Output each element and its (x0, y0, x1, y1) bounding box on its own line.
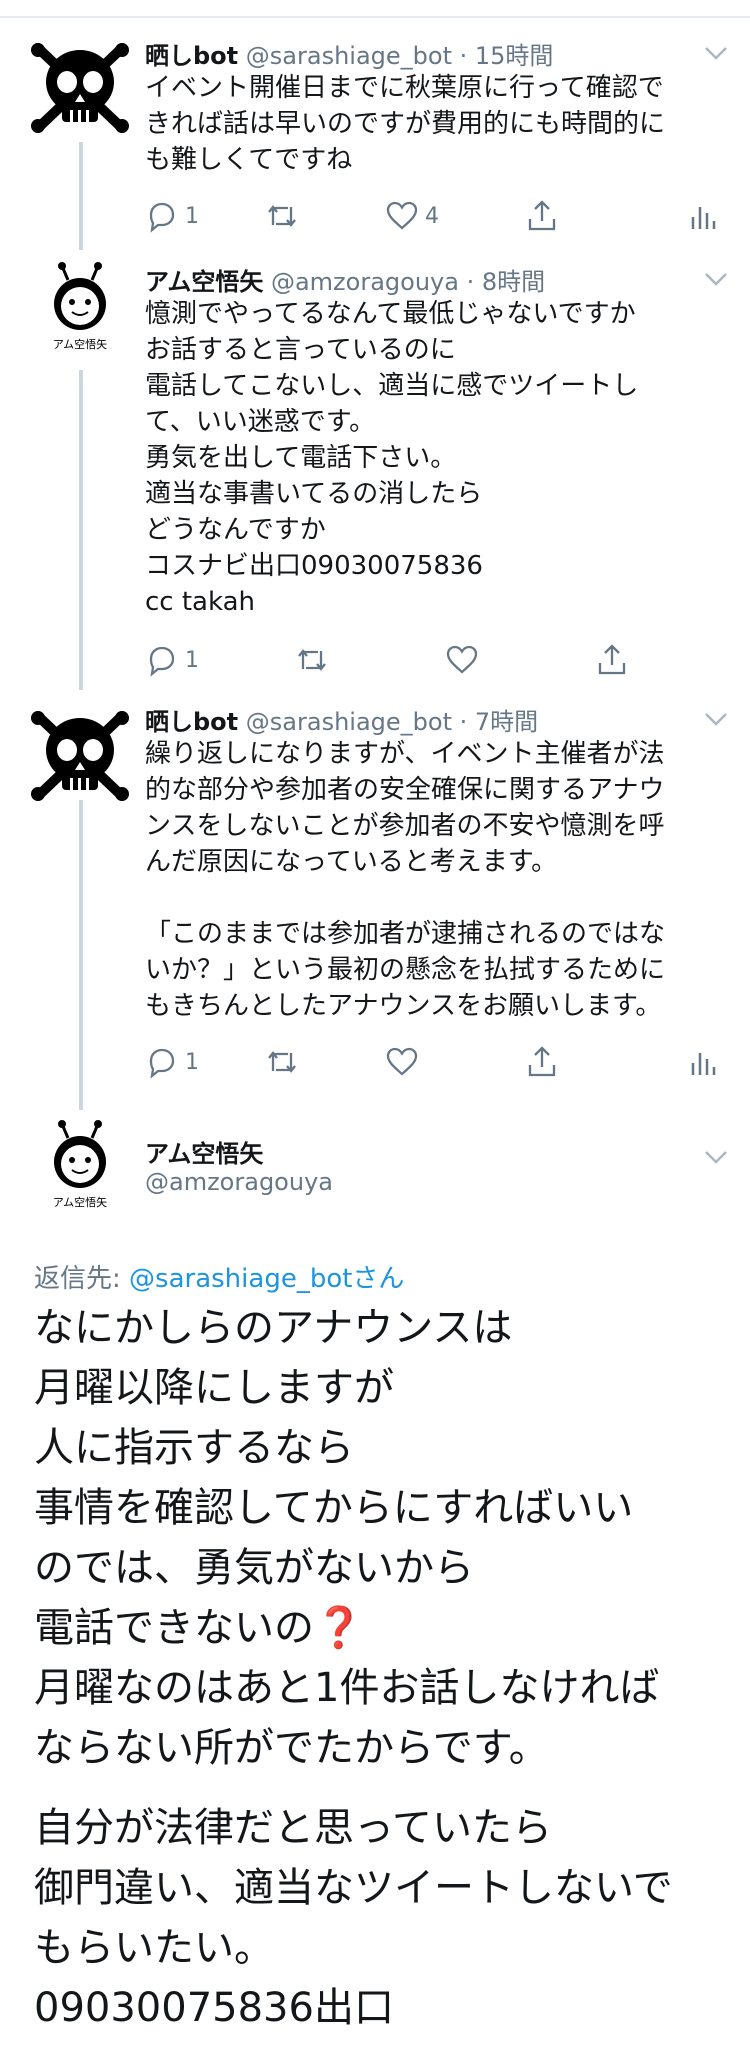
main-tweet-text: なにかしらのアナウンスは 月曜以降にしますが 人に指示するなら 事情を確認してか… (34, 1298, 734, 1658)
panda-logo-icon[interactable]: アム空悟矢 (30, 1120, 130, 1220)
top-divider (0, 16, 750, 18)
avatar-caption: アム空悟矢 (53, 337, 107, 351)
heart-icon (386, 201, 418, 230)
thread-line (79, 800, 83, 1110)
like-count: 4 (425, 203, 439, 229)
main-display-name-row: アム空悟矢 (145, 1134, 263, 1169)
handle[interactable]: @sarashiage_bot (246, 42, 452, 70)
analytics-icon (691, 207, 716, 229)
reply-button[interactable]: 1 (145, 196, 199, 236)
share-button[interactable] (525, 1042, 559, 1082)
main-handle-row: @amzoragouya (145, 1168, 333, 1196)
reply-icon (149, 1048, 175, 1079)
like-button[interactable]: 4 (385, 196, 439, 236)
avatar-caption: アム空悟矢 (53, 1195, 107, 1209)
tweet-actions: 1 (145, 640, 725, 680)
analytics-button[interactable] (685, 196, 719, 236)
display-name[interactable]: アム空悟矢 (145, 1140, 263, 1168)
handle[interactable]: @amzoragouya (145, 1168, 333, 1196)
panda-logo-icon[interactable]: アム空悟矢 (30, 262, 130, 362)
share-icon (598, 644, 626, 675)
retweet-icon (268, 205, 296, 227)
chevron-down-icon[interactable] (704, 1150, 728, 1164)
tweet-header: 晒しbot @sarashiage_bot · 15時間 (145, 36, 553, 71)
tweet-actions: 1 4 (145, 196, 725, 236)
tweet-actions: 1 (145, 1042, 725, 1082)
skull-icon[interactable] (30, 706, 130, 806)
share-icon (528, 200, 556, 231)
reply-count: 1 (185, 203, 199, 229)
tweet-text: 繰り返しになりますが、イベント主催者が法 的な部分や参加者の安全確保に関するアナ… (145, 739, 666, 1021)
share-button[interactable] (525, 196, 559, 236)
reply-to-line: 返信先: @sarashiage_botさん (34, 1258, 404, 1295)
main-text-part1: なにかしらのアナウンスは 月曜以降にしますが 人に指示するなら 事情を確認してか… (34, 1305, 634, 1651)
tweet-text: イベント開催日までに秋葉原に行って確認で きれば話は早いのですが費用的にも時間的… (145, 73, 666, 175)
like-button[interactable] (385, 1042, 419, 1082)
reply-icon (149, 646, 175, 677)
display-name[interactable]: アム空悟矢 (145, 268, 263, 296)
main-tweet-text-3: 自分が法律だと思っていたら 御門違い、適当なツイートしないで もらいたい。 09… (34, 1805, 673, 2031)
timestamp[interactable]: · 8時間 (467, 268, 546, 296)
reply-to-handle[interactable]: @sarashiage_botさん (129, 1264, 404, 1294)
reply-button[interactable]: 1 (145, 640, 199, 680)
heart-icon (446, 645, 478, 674)
reply-count: 1 (185, 1049, 199, 1075)
question-mark-emoji: ❓ (314, 1605, 364, 1651)
display-name[interactable]: 晒しbot (145, 708, 238, 736)
retweet-icon (298, 649, 326, 671)
like-button[interactable] (445, 640, 479, 680)
tweet-text: 憶測でやってるなんて最低じゃないですか お話すると言っているのに 電話してこない… (145, 299, 639, 617)
tweet-header: 晒しbot @sarashiage_bot · 7時間 (145, 702, 538, 737)
chevron-down-icon[interactable] (704, 46, 728, 60)
analytics-icon (691, 1053, 716, 1075)
heart-icon (386, 1047, 418, 1076)
retweet-button[interactable] (265, 1042, 299, 1082)
handle[interactable]: @amzoragouya (271, 268, 459, 296)
skull-icon[interactable] (30, 38, 130, 138)
reply-button[interactable]: 1 (145, 1042, 199, 1082)
thread-line (79, 370, 83, 690)
retweet-button[interactable] (265, 196, 299, 236)
thread-line (79, 142, 83, 250)
share-icon (528, 1046, 556, 1077)
reply-icon (149, 202, 175, 233)
chevron-down-icon[interactable] (704, 712, 728, 726)
main-tweet-text-2: 月曜なのはあと1件お話しなければ ならない所がでたからです。 (34, 1665, 660, 1771)
reply-count: 1 (185, 647, 199, 673)
display-name[interactable]: 晒しbot (145, 42, 238, 70)
timestamp[interactable]: · 7時間 (460, 708, 539, 736)
chevron-down-icon[interactable] (704, 272, 728, 286)
reply-to-label: 返信先: (34, 1264, 130, 1294)
share-button[interactable] (595, 640, 629, 680)
analytics-button[interactable] (685, 1042, 719, 1082)
handle[interactable]: @sarashiage_bot (246, 708, 452, 736)
retweet-icon (268, 1051, 296, 1073)
timestamp[interactable]: · 15時間 (460, 42, 554, 70)
tweet-header: アム空悟矢 @amzoragouya · 8時間 (145, 262, 545, 297)
retweet-button[interactable] (295, 640, 329, 680)
